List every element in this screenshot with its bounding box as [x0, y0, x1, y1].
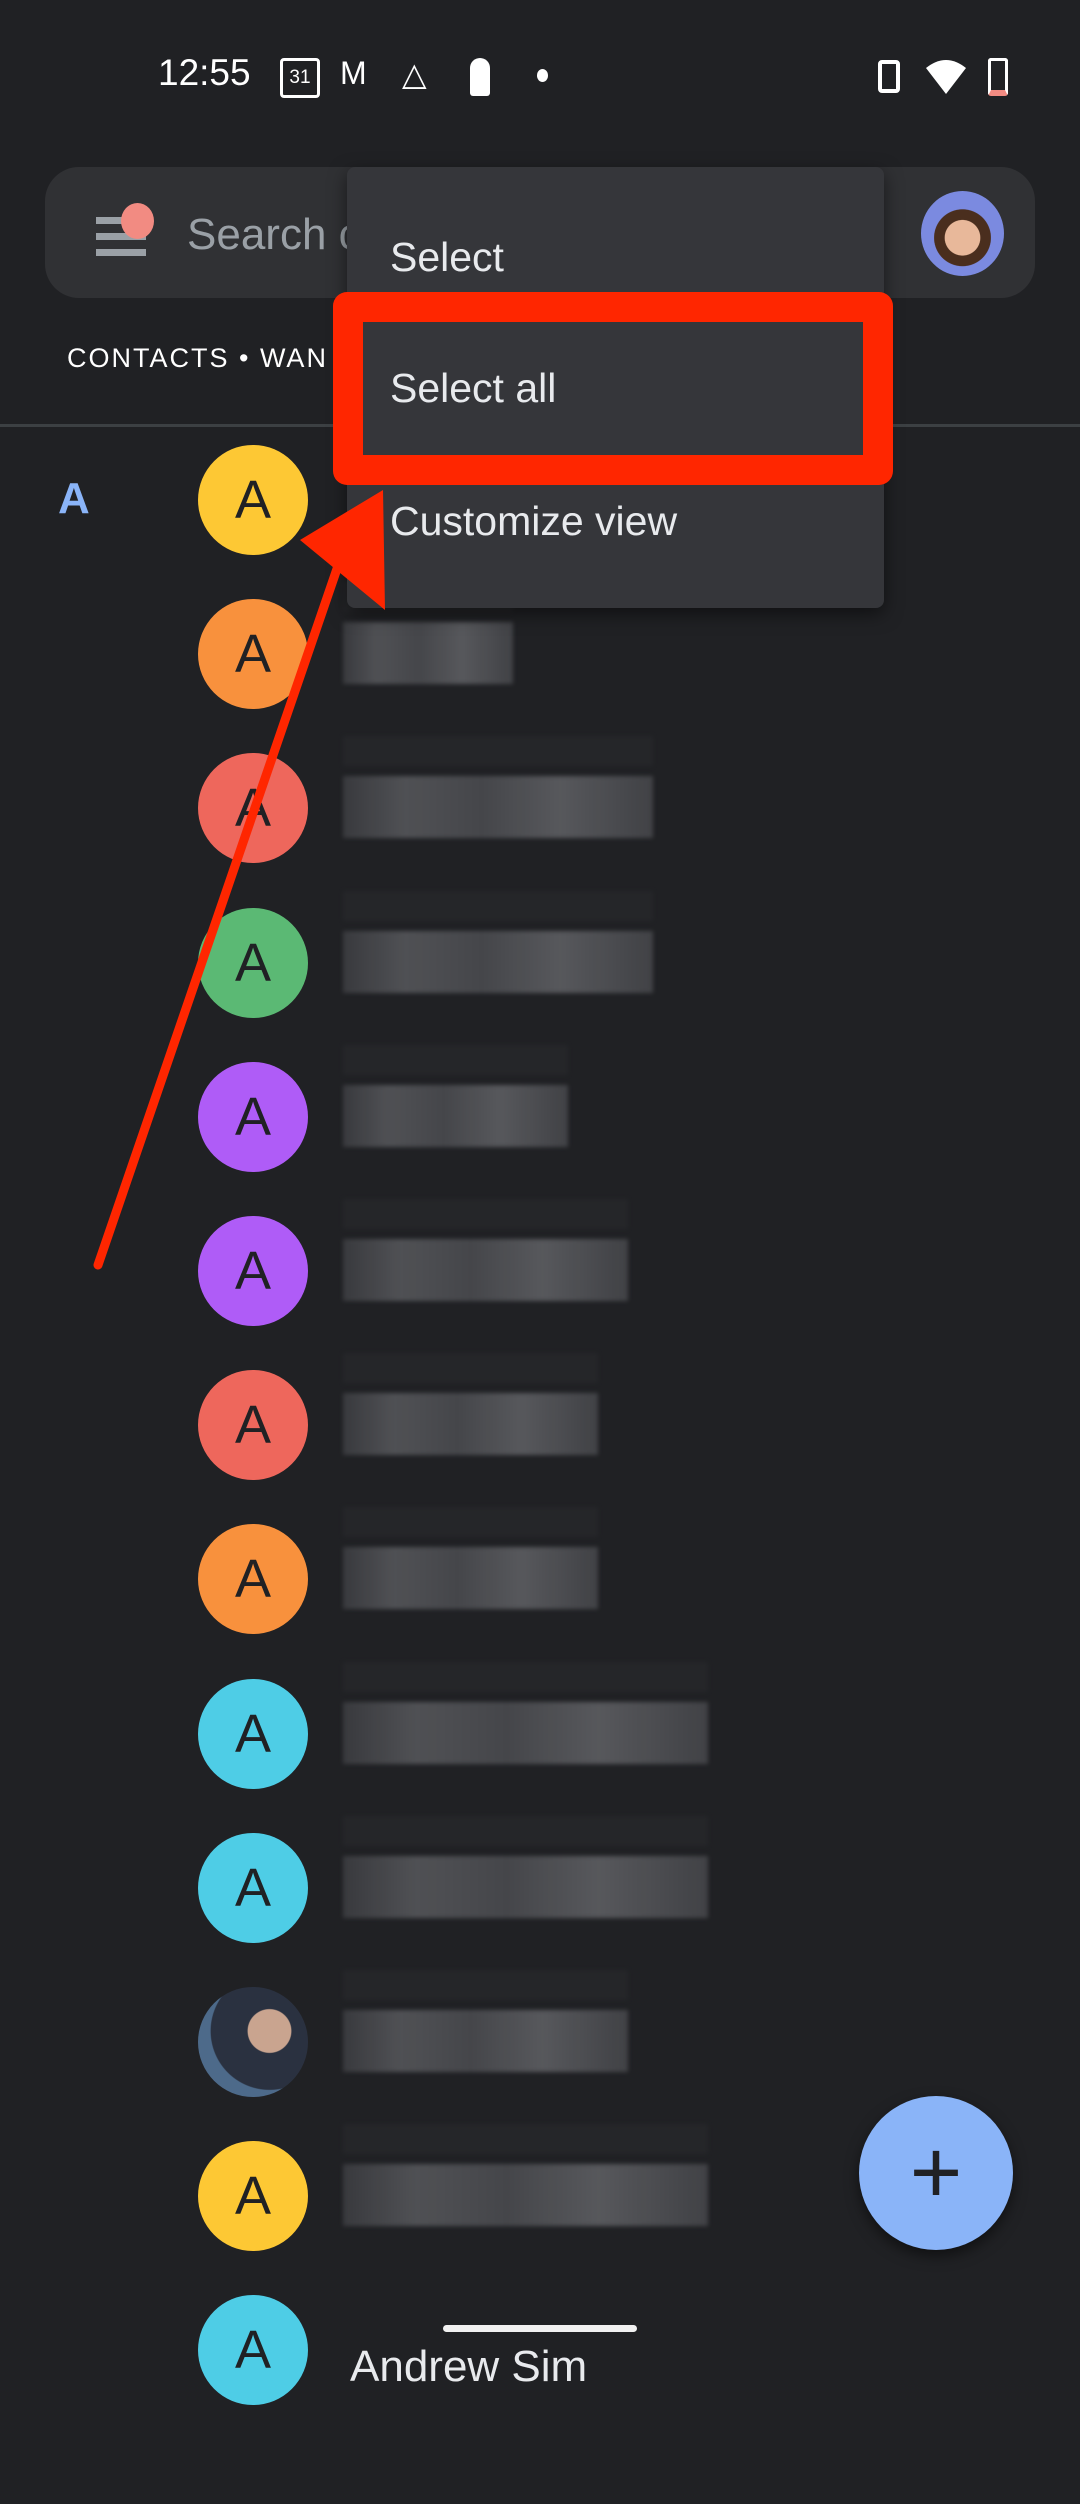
- plus-icon: +: [909, 2122, 963, 2223]
- home-indicator[interactable]: [443, 2325, 637, 2332]
- annotation-arrow: [93, 490, 385, 1270]
- arrow-shaft: [93, 555, 345, 1270]
- contact-row[interactable]: A Andrew Sim: [0, 2295, 1080, 2504]
- arrow-head: [300, 490, 385, 610]
- contact-name: Andrew Sim: [350, 2342, 588, 2392]
- add-contact-button[interactable]: +: [859, 2096, 1013, 2250]
